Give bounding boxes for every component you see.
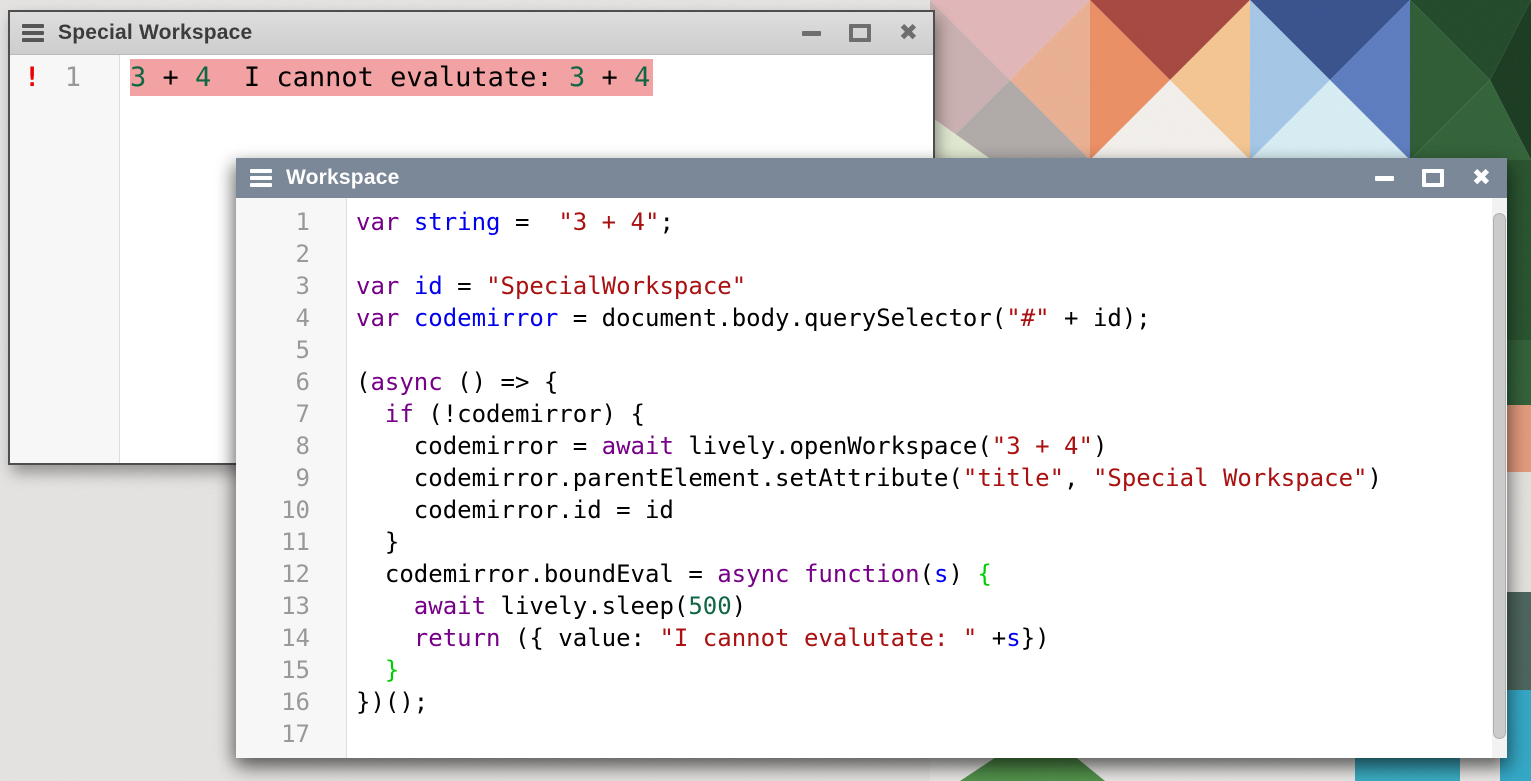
hamburger-menu-icon[interactable] [250, 169, 272, 187]
code-line-12: codemirror.boundEval = async function(s)… [356, 558, 1507, 590]
gutter-line-1: !1 [10, 61, 119, 95]
gutter-line-14: 14 [236, 622, 346, 654]
line-number: 5 [296, 336, 310, 364]
code-line-10: codemirror.id = id [356, 494, 1507, 526]
vertical-scrollbar[interactable] [1492, 198, 1507, 758]
gutter-line-16: 16 [236, 686, 346, 718]
maximize-icon[interactable] [1422, 169, 1444, 187]
code-line-6: (async () => { [356, 366, 1507, 398]
window-controls: ✖ [802, 23, 918, 43]
code-line-1: 3 + 4 I cannot evalutate: 3 + 4 [130, 61, 933, 95]
line-number: 7 [296, 400, 310, 428]
gutter-line-10: 10 [236, 494, 346, 526]
error-highlight: 3 + 4 I cannot evalutate: 3 + 4 [130, 59, 653, 96]
workspace-editor-gutter: 1234567891011121314151617 [236, 198, 347, 758]
code-line-17 [356, 718, 1507, 750]
special-window-titlebar[interactable]: Special Workspace ✖ [10, 12, 933, 55]
gutter-line-11: 11 [236, 526, 346, 558]
gutter-line-2: 2 [236, 238, 346, 270]
gutter-line-17: 17 [236, 718, 346, 750]
line-number: 6 [296, 368, 310, 396]
special-editor-gutter: !1 [10, 55, 120, 463]
code-line-2 [356, 238, 1507, 270]
line-number: 3 [296, 272, 310, 300]
special-window-title: Special Workspace [58, 21, 252, 45]
workspace-window-title: Workspace [286, 166, 399, 190]
line-number: 10 [281, 496, 310, 524]
line-number: 15 [281, 656, 310, 684]
minimize-icon[interactable] [802, 31, 821, 36]
gutter-line-12: 12 [236, 558, 346, 590]
code-line-7: if (!codemirror) { [356, 398, 1507, 430]
gutter-line-5: 5 [236, 334, 346, 366]
code-line-14: return ({ value: "I cannot evalutate: " … [356, 622, 1507, 654]
gutter-line-6: 6 [236, 366, 346, 398]
line-number: 11 [281, 528, 310, 556]
line-number: 12 [281, 560, 310, 588]
code-line-11: } [356, 526, 1507, 558]
close-icon[interactable]: ✖ [1472, 168, 1491, 188]
code-line-8: codemirror = await lively.openWorkspace(… [356, 430, 1507, 462]
code-line-9: codemirror.parentElement.setAttribute("t… [356, 462, 1507, 494]
line-number: 9 [296, 464, 310, 492]
gutter-line-4: 4 [236, 302, 346, 334]
gutter-line-1: 1 [236, 206, 346, 238]
gutter-line-9: 9 [236, 462, 346, 494]
gutter-line-8: 8 [236, 430, 346, 462]
code-line-13: await lively.sleep(500) [356, 590, 1507, 622]
workspace-code-editor[interactable]: 1234567891011121314151617 var string = "… [236, 198, 1507, 758]
gutter-line-15: 15 [236, 654, 346, 686]
line-number: 1 [296, 208, 310, 236]
code-line-5 [356, 334, 1507, 366]
line-number: 2 [296, 240, 310, 268]
gutter-line-3: 3 [236, 270, 346, 302]
workspace-window-titlebar[interactable]: Workspace ✖ [236, 158, 1507, 198]
line-number: 17 [281, 720, 310, 748]
line-number: 13 [281, 592, 310, 620]
code-line-15: } [356, 654, 1507, 686]
line-number: 16 [281, 688, 310, 716]
line-number: 4 [296, 304, 310, 332]
close-icon[interactable]: ✖ [899, 23, 918, 43]
line-number: 1 [65, 62, 81, 93]
gutter-line-7: 7 [236, 398, 346, 430]
gutter-line-13: 13 [236, 590, 346, 622]
workspace-window: Workspace ✖ 1234567891011121314151617 va… [236, 158, 1507, 758]
desktop: Special Workspace ✖ !1 3 + 4 I cannot ev… [0, 0, 1531, 781]
hamburger-menu-icon[interactable] [22, 24, 44, 42]
error-marker-icon: ! [24, 61, 40, 95]
code-line-4: var codemirror = document.body.querySele… [356, 302, 1507, 334]
maximize-icon[interactable] [849, 24, 871, 42]
code-line-3: var id = "SpecialWorkspace" [356, 270, 1507, 302]
code-line-1: var string = "3 + 4"; [356, 206, 1507, 238]
scrollbar-thumb[interactable] [1493, 213, 1506, 739]
minimize-icon[interactable] [1375, 176, 1394, 181]
workspace-editor-code[interactable]: var string = "3 + 4"; var id = "SpecialWo… [347, 198, 1507, 758]
line-number: 14 [281, 624, 310, 652]
window-controls: ✖ [1375, 168, 1491, 188]
line-number: 8 [296, 432, 310, 460]
code-line-16: })(); [356, 686, 1507, 718]
